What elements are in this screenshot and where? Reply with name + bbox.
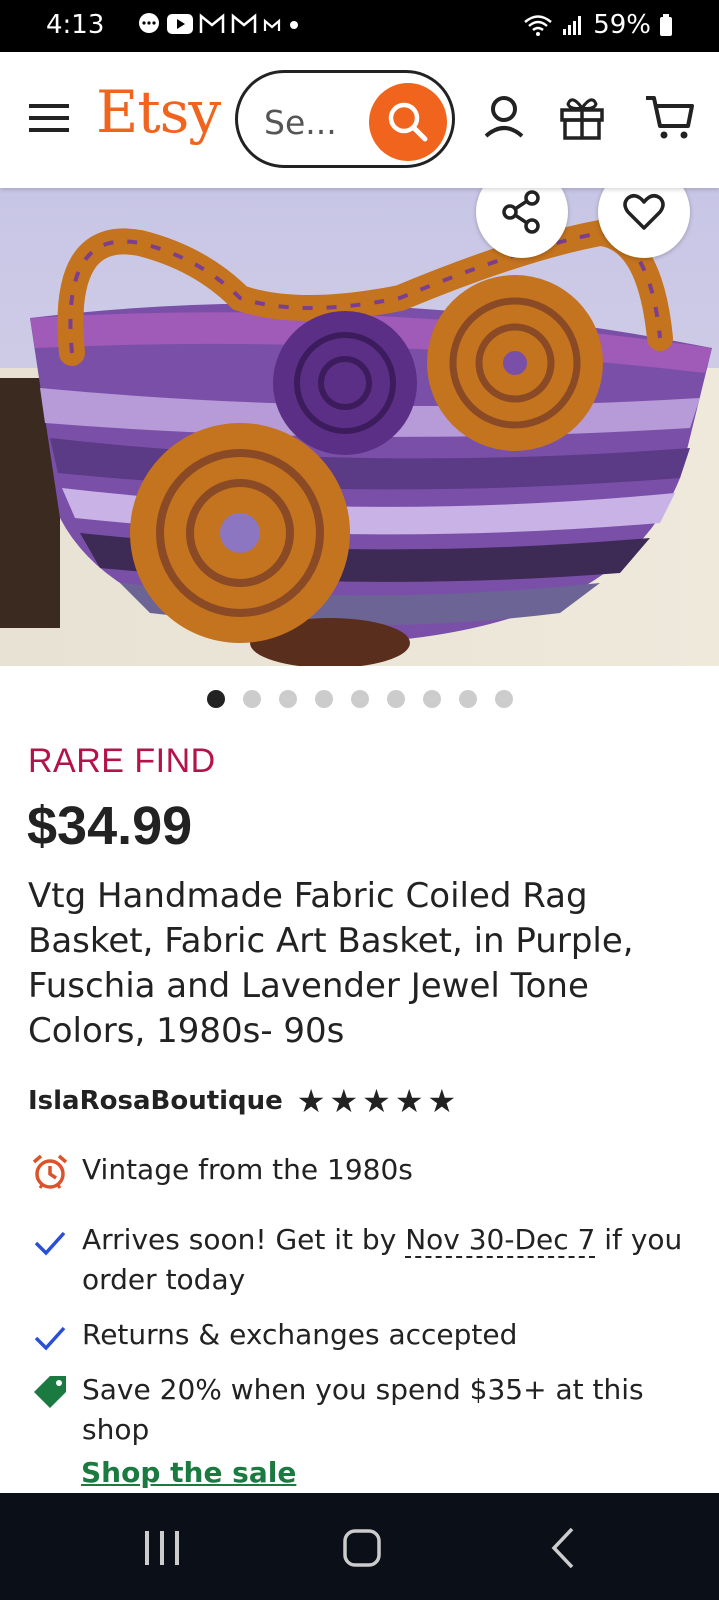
tag-icon bbox=[34, 1376, 66, 1408]
wifi-icon bbox=[524, 15, 553, 36]
shop-the-sale-link[interactable]: Shop the sale bbox=[81, 1456, 296, 1489]
star-icon: ★ bbox=[296, 1082, 326, 1120]
home-icon[interactable] bbox=[337, 1523, 387, 1573]
shop-rating[interactable]: ★ ★ ★ ★ ★ bbox=[297, 1085, 456, 1117]
mail-small-icon bbox=[263, 18, 281, 31]
cart-icon[interactable] bbox=[644, 92, 696, 144]
search-input[interactable]: Se... bbox=[264, 103, 337, 142]
heart-icon bbox=[623, 194, 665, 230]
recent-apps-icon[interactable] bbox=[137, 1523, 187, 1573]
star-icon: ★ bbox=[394, 1082, 424, 1120]
vintage-feature: Vintage from the 1980s bbox=[30, 1150, 692, 1192]
status-time: 4:13 bbox=[46, 10, 105, 40]
delivery-prefix: Arrives soon! Get it by bbox=[82, 1223, 406, 1256]
listing-price: $34.99 bbox=[27, 796, 193, 856]
search-bar[interactable]: Se... bbox=[235, 70, 455, 168]
account-icon[interactable] bbox=[478, 92, 530, 144]
carousel-dot[interactable] bbox=[458, 690, 477, 708]
returns-feature: Returns & exchanges accepted bbox=[30, 1315, 692, 1357]
carousel-dot[interactable] bbox=[242, 690, 261, 708]
status-bar: 4:13 59% bbox=[0, 0, 719, 52]
carousel-dot[interactable] bbox=[278, 690, 297, 708]
search-icon bbox=[388, 102, 428, 142]
chat-icon bbox=[139, 13, 159, 33]
listing-image-carousel[interactable] bbox=[0, 188, 719, 666]
gift-icon[interactable] bbox=[556, 92, 608, 144]
alarm-clock-icon bbox=[32, 1154, 68, 1189]
returns-text: Returns & exchanges accepted bbox=[82, 1318, 518, 1351]
sale-feature: Save 20% when you spend $35+ at this sho… bbox=[30, 1370, 692, 1450]
carousel-dot[interactable] bbox=[386, 690, 405, 708]
delivery-feature: Arrives soon! Get it by Nov 30-Dec 7 if … bbox=[30, 1220, 692, 1300]
back-icon[interactable] bbox=[540, 1523, 590, 1573]
gmail-icon bbox=[231, 13, 257, 33]
notification-icons bbox=[137, 12, 301, 36]
rare-find-badge: RARE FIND bbox=[28, 742, 216, 780]
menu-icon[interactable] bbox=[27, 96, 71, 140]
signal-icon bbox=[563, 16, 582, 35]
battery-icon bbox=[660, 14, 672, 36]
app-header: Etsy Se... bbox=[0, 52, 719, 188]
star-icon: ★ bbox=[362, 1082, 391, 1120]
gmail-icon bbox=[199, 13, 225, 33]
checkmark-icon bbox=[34, 1326, 66, 1351]
share-icon bbox=[502, 190, 540, 234]
search-button[interactable] bbox=[369, 83, 447, 161]
star-icon: ★ bbox=[329, 1082, 359, 1120]
delivery-text: Arrives soon! Get it by Nov 30-Dec 7 if … bbox=[82, 1220, 692, 1300]
etsy-logo[interactable]: Etsy bbox=[96, 78, 221, 146]
system-nav-bar bbox=[0, 1493, 719, 1600]
vintage-text: Vintage from the 1980s bbox=[82, 1153, 413, 1186]
checkmark-icon bbox=[34, 1231, 66, 1256]
shop-row[interactable]: IslaRosaBoutique ★ ★ ★ ★ ★ bbox=[28, 1085, 456, 1117]
carousel-indicator[interactable] bbox=[0, 690, 719, 710]
carousel-dot[interactable] bbox=[422, 690, 441, 708]
shop-name[interactable]: IslaRosaBoutique bbox=[28, 1086, 283, 1116]
carousel-dot[interactable] bbox=[494, 690, 513, 708]
star-icon: ★ bbox=[427, 1082, 457, 1120]
sale-text: Save 20% when you spend $35+ at this sho… bbox=[82, 1373, 644, 1446]
delivery-date[interactable]: Nov 30-Dec 7 bbox=[405, 1223, 596, 1258]
youtube-icon bbox=[167, 14, 193, 34]
carousel-dot[interactable] bbox=[314, 690, 333, 708]
carousel-dot[interactable] bbox=[350, 690, 369, 708]
dot-icon bbox=[290, 21, 298, 29]
listing-photo bbox=[0, 188, 719, 666]
battery-percent: 59% bbox=[593, 10, 651, 40]
status-right: 59% bbox=[523, 10, 673, 40]
carousel-dot[interactable] bbox=[206, 690, 225, 708]
listing-title: Vtg Handmade Fabric Coiled Rag Basket, F… bbox=[28, 876, 634, 1051]
